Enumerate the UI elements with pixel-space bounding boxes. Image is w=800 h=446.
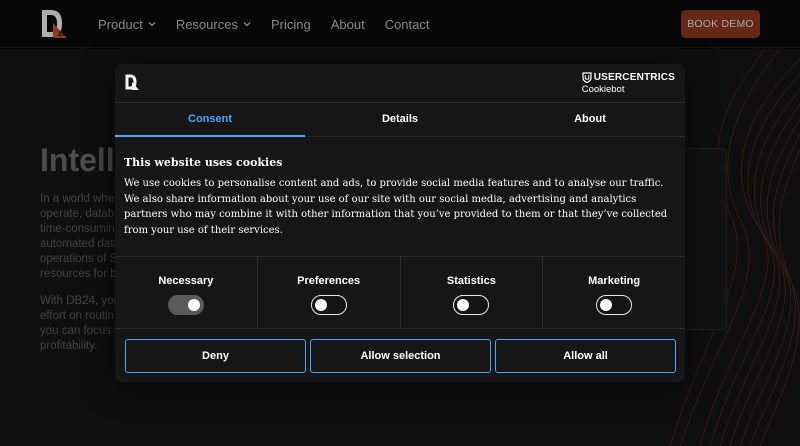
cookie-categories: Necessary Preferences Statistics Marketi… xyxy=(115,256,685,328)
category-preferences: Preferences xyxy=(258,257,401,328)
cookie-consent-dialog: USERCENTRICS Cookiebot Consent Details A… xyxy=(115,64,685,382)
shield-icon xyxy=(582,72,592,83)
toggle-knob xyxy=(600,298,613,311)
toggle-knob xyxy=(314,298,327,311)
brand-subtitle: Cookiebot xyxy=(581,84,625,95)
category-statistics: Statistics xyxy=(401,257,544,328)
statistics-toggle[interactable] xyxy=(453,295,490,315)
deny-button[interactable]: Deny xyxy=(125,339,306,373)
preferences-toggle[interactable] xyxy=(310,295,347,315)
usercentrics-brand[interactable]: USERCENTRICS Cookiebot xyxy=(582,72,675,95)
allow-all-button[interactable]: Allow all xyxy=(495,339,676,373)
allow-selection-button[interactable]: Allow selection xyxy=(310,339,491,373)
tab-consent[interactable]: Consent xyxy=(115,103,305,137)
category-label: Preferences xyxy=(297,275,361,287)
consent-actions: Deny Allow selection Allow all xyxy=(115,328,685,382)
site-logo-icon xyxy=(125,74,139,90)
category-marketing: Marketing xyxy=(543,257,685,328)
consent-tabs: Consent Details About xyxy=(115,102,685,137)
dialog-header: USERCENTRICS Cookiebot xyxy=(115,64,685,102)
brand-name: USERCENTRICS xyxy=(593,72,675,83)
tab-details[interactable]: Details xyxy=(305,103,495,136)
consent-title: This website uses cookies xyxy=(124,156,283,169)
category-label: Statistics xyxy=(446,275,496,287)
category-necessary: Necessary xyxy=(115,257,258,328)
tab-about[interactable]: About xyxy=(495,103,685,136)
category-label: Necessary xyxy=(158,275,214,287)
consent-body: We use cookies to personalise content an… xyxy=(124,178,668,236)
toggle-knob xyxy=(187,298,200,311)
necessary-toggle xyxy=(167,295,204,315)
category-label: Marketing xyxy=(588,275,641,287)
marketing-toggle[interactable] xyxy=(596,295,633,315)
consent-content: This website uses cookies We use cookies… xyxy=(124,156,674,238)
toggle-knob xyxy=(457,298,470,311)
